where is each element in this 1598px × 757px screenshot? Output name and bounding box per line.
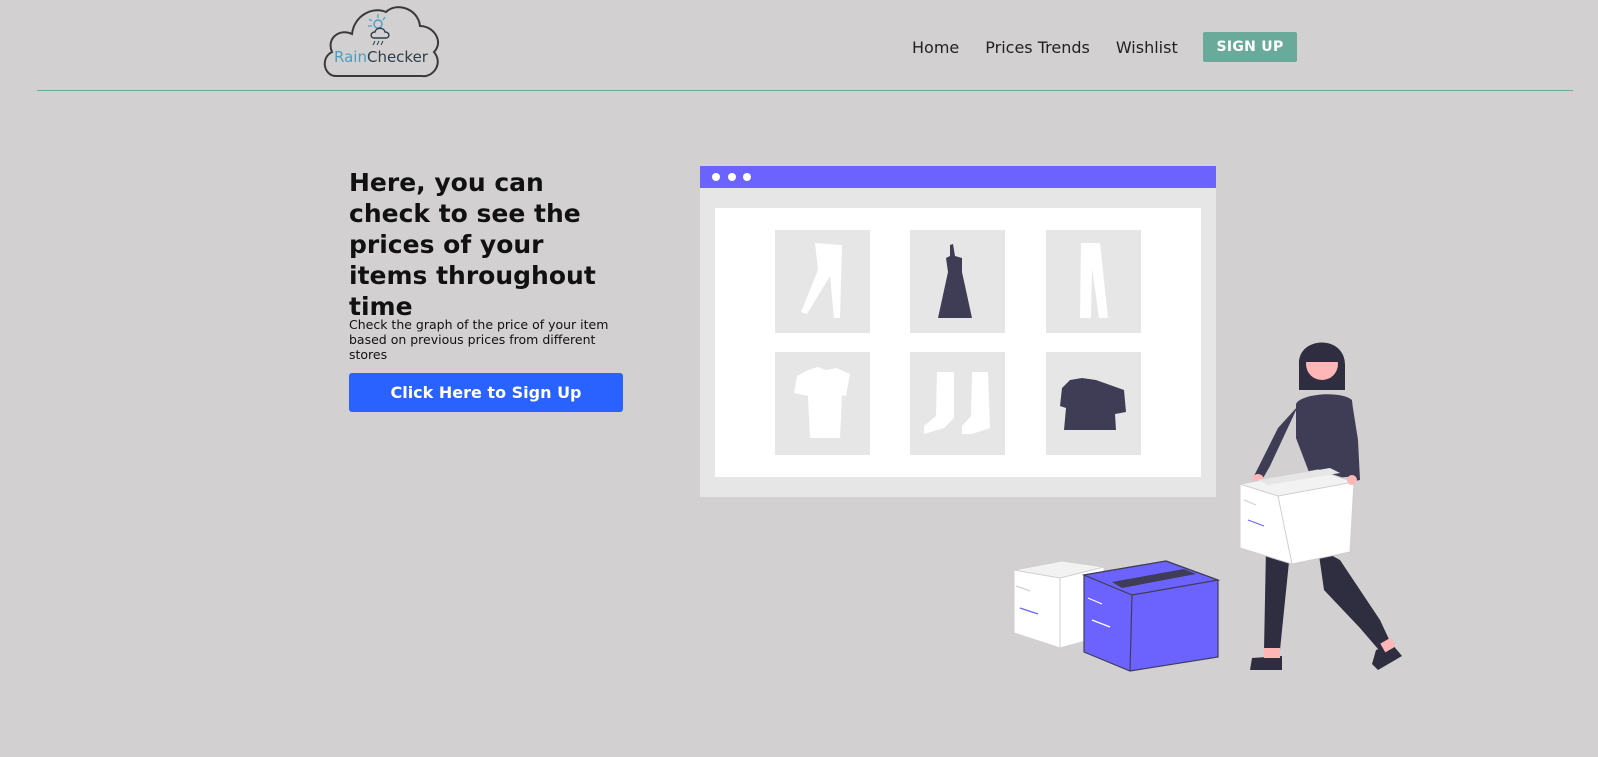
woman-illustration — [1239, 342, 1402, 670]
boxes-illustration — [1013, 560, 1221, 672]
browser-window-illustration — [700, 166, 1216, 497]
shopping-illustration — [700, 166, 1402, 672]
landing-page: RainChecker Home Prices Trends Wishlist … — [0, 0, 1598, 757]
